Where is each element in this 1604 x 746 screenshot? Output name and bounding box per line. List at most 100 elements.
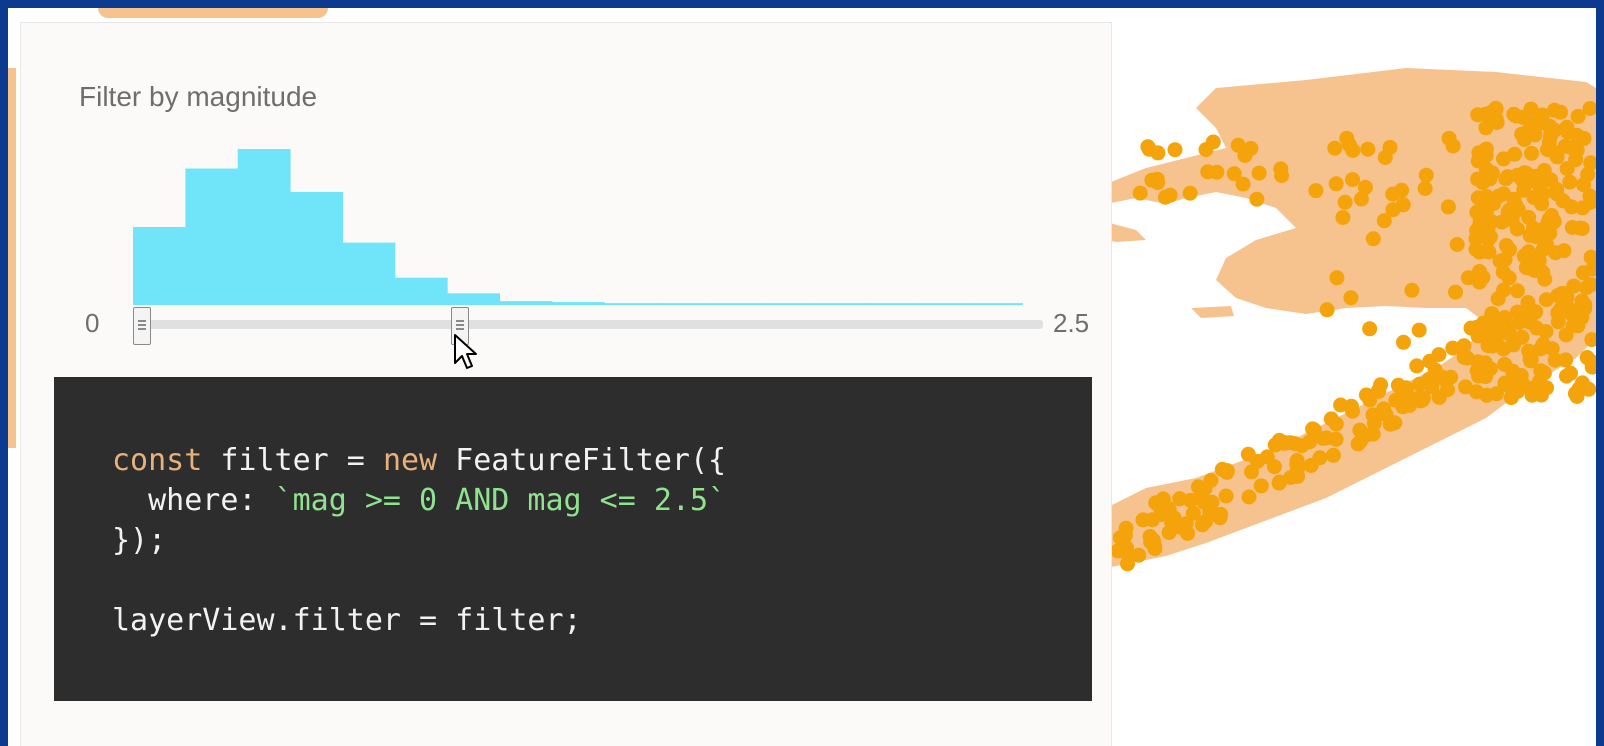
earthquake-point [1205, 134, 1221, 150]
earthquake-point [1418, 167, 1434, 183]
earthquake-point [1319, 302, 1335, 318]
code-keyword: const [112, 443, 203, 478]
earthquake-point [1357, 179, 1373, 195]
earthquake-point [1443, 369, 1459, 385]
earthquake-point [1514, 126, 1530, 142]
earthquake-point [1345, 172, 1361, 188]
earthquake-point [1470, 153, 1486, 169]
earthquake-point [1382, 139, 1398, 155]
code-line: layerView.filter = filter; [112, 603, 582, 638]
earthquake-point [1495, 264, 1511, 280]
earthquake-point [1167, 142, 1183, 158]
histogram-bar [342, 242, 396, 305]
earthquake-point [1553, 104, 1568, 120]
earthquake-point [1470, 107, 1486, 123]
earthquake-point [1240, 446, 1256, 462]
earthquake-point [1521, 259, 1537, 275]
earthquake-point [1498, 238, 1514, 253]
earthquake-point [1523, 101, 1539, 117]
earthquake-point [1471, 368, 1486, 384]
earthquake-point [1580, 166, 1596, 182]
earthquake-point [1148, 495, 1164, 511]
histogram-bar [918, 303, 972, 305]
earthquake-point [1282, 435, 1298, 451]
earthquake-point [1362, 392, 1378, 408]
earthquake-point [1241, 489, 1257, 505]
code-property: where: [112, 483, 275, 518]
earthquake-point [1110, 543, 1126, 559]
earthquake-point [1475, 175, 1491, 190]
earthquake-point [1569, 127, 1585, 143]
map-sliver-top [98, 8, 328, 18]
earthquake-point [1120, 556, 1135, 572]
grip-line [456, 320, 464, 322]
earthquake-point [1458, 379, 1473, 395]
earthquake-point [1409, 358, 1425, 374]
earthquake-point [1559, 161, 1575, 177]
earthquake-point [1553, 301, 1569, 317]
earthquake-point [1483, 318, 1499, 334]
earthquake-point [1541, 135, 1557, 150]
earthquake-point [1343, 290, 1359, 306]
earthquake-point [1362, 321, 1378, 337]
earthquake-point [1162, 187, 1178, 203]
earthquake-point [1566, 278, 1582, 294]
earthquake-point [1230, 137, 1246, 153]
earthquake-point [1404, 282, 1420, 298]
earthquake-point [1567, 386, 1583, 401]
earthquake-point [1365, 231, 1381, 247]
earthquake-point [1448, 284, 1463, 300]
earthquake-point [1549, 186, 1565, 202]
histogram-bar [865, 303, 919, 305]
grip-line [456, 324, 464, 326]
earthquake-point [1218, 488, 1234, 504]
earthquake-point [1431, 347, 1447, 363]
earthquake-point [1328, 176, 1344, 192]
slider-thumb-min[interactable] [133, 307, 151, 345]
code-text-segment: FeatureFilter({ [437, 443, 727, 478]
histogram-bar [290, 191, 343, 305]
earthquake-point [1441, 130, 1457, 146]
earthquake-point [1396, 334, 1411, 350]
earthquake-point [1543, 172, 1559, 188]
earthquake-point [1514, 329, 1530, 345]
earthquake-point [1485, 338, 1501, 354]
histogram-bar [656, 303, 710, 305]
earthquake-point [1143, 534, 1159, 550]
earthquake-point [1478, 120, 1494, 136]
grip-line [138, 328, 146, 330]
earthquake-point [1558, 352, 1574, 368]
earthquake-point [1417, 181, 1433, 196]
earthquake-point [1559, 368, 1574, 384]
earthquake-point [1544, 215, 1560, 231]
earthquake-point [1266, 459, 1282, 475]
earthquake-point [1328, 431, 1344, 447]
histogram-bar [813, 303, 867, 305]
earthquake-point [1112, 530, 1128, 546]
earthquake-point [1470, 354, 1486, 370]
slider-track[interactable] [133, 320, 1043, 329]
earthquake-point [1556, 243, 1572, 259]
map-view[interactable] [1106, 8, 1596, 746]
earthquake-point [1574, 293, 1590, 309]
earthquake-point [1449, 237, 1465, 252]
earthquake-point [1463, 320, 1479, 336]
earthquake-point [1503, 390, 1519, 406]
earthquake-point [1150, 175, 1166, 191]
earthquake-point [1524, 387, 1540, 403]
earthquake-point [1524, 145, 1539, 161]
earthquake-point [1411, 322, 1427, 338]
earthquake-point [1337, 194, 1353, 210]
earthquake-point [1308, 183, 1324, 199]
earthquake-point [1343, 398, 1359, 414]
earthquake-point [1339, 130, 1355, 146]
earthquake-point [1504, 212, 1520, 228]
earthquake-point [1535, 186, 1551, 202]
earthquake-point [1202, 503, 1218, 519]
island-shape [1191, 306, 1234, 318]
earthquake-point [1385, 186, 1401, 202]
earthquake-point [1235, 176, 1251, 192]
earthquake-point [1562, 174, 1578, 190]
histogram-bar [604, 303, 658, 305]
code-block: const filter = new FeatureFilter({ where… [54, 377, 1092, 701]
